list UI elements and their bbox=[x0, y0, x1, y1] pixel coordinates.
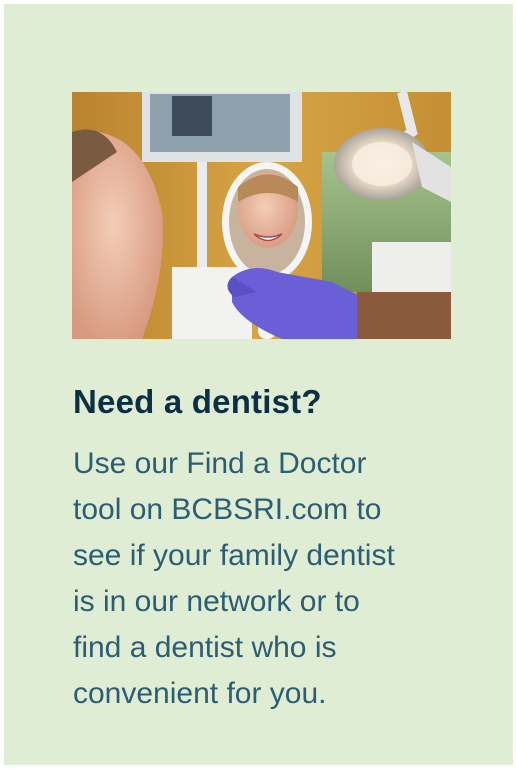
body-line: see if your family dentist bbox=[73, 539, 395, 572]
info-card: Need a dentist? Use our Find a Doctor to… bbox=[4, 4, 513, 765]
body-line: tool on BCBSRI.com to bbox=[73, 493, 382, 526]
body-line: is in our network or to bbox=[73, 585, 360, 618]
photo-illustration bbox=[72, 92, 451, 339]
card-body-text: Use our Find a Doctor tool on BCBSRI.com… bbox=[73, 441, 493, 717]
body-line: convenient for you. bbox=[73, 677, 327, 710]
dental-mirror-photo bbox=[72, 92, 451, 339]
body-line: find a dentist who is bbox=[73, 631, 337, 664]
card-heading: Need a dentist? bbox=[73, 383, 322, 420]
body-line: Use our Find a Doctor bbox=[73, 447, 367, 480]
